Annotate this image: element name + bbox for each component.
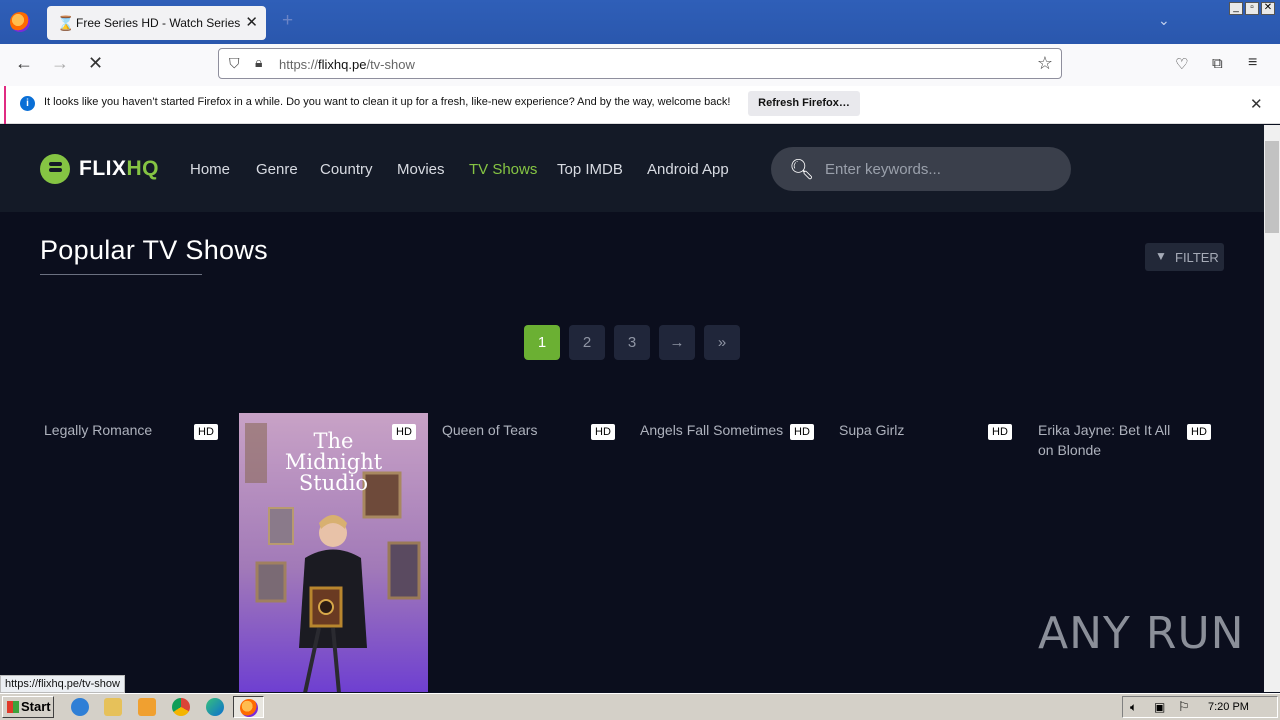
hourglass-icon: ⌛ bbox=[57, 15, 75, 31]
pocket-icon[interactable]: ♡ bbox=[1175, 55, 1188, 73]
windows-logo-icon bbox=[7, 701, 19, 713]
nav-country[interactable]: Country bbox=[320, 161, 373, 178]
browser-titlebar: ⌛ Free Series HD - Watch Series and ✕ + … bbox=[0, 0, 1280, 44]
forward-arrow-icon[interactable]: → bbox=[51, 53, 69, 74]
edge-icon[interactable] bbox=[206, 698, 224, 716]
flag-icon[interactable]: ⚐ bbox=[1178, 699, 1190, 715]
site-logo[interactable]: FLIXHQ bbox=[79, 157, 159, 181]
page-content: FLIXHQ Home Genre Country Movies TV Show… bbox=[0, 125, 1264, 692]
taskbar-firefox-button[interactable] bbox=[233, 696, 264, 718]
hd-badge: HD bbox=[790, 424, 814, 440]
hd-badge: HD bbox=[392, 424, 416, 440]
explorer-icon[interactable] bbox=[104, 698, 122, 716]
page-1-button[interactable]: 1 bbox=[524, 325, 560, 360]
close-notification-icon[interactable]: ✕ bbox=[1250, 95, 1263, 113]
info-icon: i bbox=[20, 96, 35, 111]
network-icon[interactable]: ▣ bbox=[1154, 700, 1165, 714]
hd-badge: HD bbox=[591, 424, 615, 440]
minimize-button[interactable]: _ bbox=[1229, 2, 1243, 15]
start-label: Start bbox=[21, 699, 51, 714]
notification-accent bbox=[4, 86, 6, 124]
card-title[interactable]: Supa Girlz bbox=[839, 420, 989, 440]
menu-icon[interactable]: ≡ bbox=[1248, 54, 1257, 72]
next-page-button[interactable]: → bbox=[659, 325, 695, 360]
close-tab-icon[interactable]: ✕ bbox=[245, 13, 258, 31]
card-title[interactable]: Legally Romance bbox=[44, 420, 194, 440]
shield-icon[interactable]: ⛉ bbox=[229, 55, 240, 72]
refresh-firefox-button[interactable]: Refresh Firefox… bbox=[748, 91, 860, 116]
title-underline bbox=[40, 274, 202, 275]
ie-icon[interactable] bbox=[71, 698, 89, 716]
start-button[interactable]: Start bbox=[2, 696, 54, 718]
lock-icon[interactable]: 🔒︎ bbox=[255, 54, 262, 71]
notification-bar: i It looks like you haven’t started Fire… bbox=[0, 86, 1280, 124]
search-input[interactable] bbox=[825, 159, 1055, 179]
poster-title: The Midnight Studio bbox=[284, 429, 383, 495]
nav-android-app[interactable]: Android App bbox=[647, 161, 729, 178]
card-title[interactable]: Angels Fall Sometimes bbox=[640, 420, 800, 440]
search-icon[interactable]: 🔍︎ bbox=[789, 157, 814, 182]
clock: 7:20 PM bbox=[1208, 701, 1249, 713]
filter-button[interactable]: ▼ FILTER bbox=[1145, 243, 1224, 271]
status-url: https://flixhq.pe/tv-show bbox=[0, 675, 125, 693]
chrome-icon[interactable] bbox=[172, 698, 190, 716]
extensions-icon[interactable]: ⧉ bbox=[1212, 55, 1223, 72]
url-text[interactable]: https://flixhq.pe/tv-show bbox=[279, 57, 415, 72]
media-player-icon[interactable] bbox=[138, 698, 156, 716]
site-header: FLIXHQ Home Genre Country Movies TV Show… bbox=[0, 125, 1264, 212]
card-title[interactable]: Erika Jayne: Bet It All on Blonde bbox=[1038, 420, 1188, 460]
nav-movies[interactable]: Movies bbox=[397, 161, 445, 178]
hd-badge: HD bbox=[1187, 424, 1211, 440]
hd-badge: HD bbox=[988, 424, 1012, 440]
nav-tv-shows[interactable]: TV Shows bbox=[469, 161, 537, 178]
close-window-button[interactable]: ✕ bbox=[1261, 2, 1275, 15]
tab-title: Free Series HD - Watch Series and bbox=[76, 16, 242, 30]
card-title[interactable]: Queen of Tears bbox=[442, 420, 592, 440]
watermark-text: ANY RUN bbox=[1038, 608, 1245, 659]
hd-badge: HD bbox=[194, 424, 218, 440]
stop-loading-icon[interactable]: ✕ bbox=[88, 53, 103, 74]
back-arrow-icon[interactable]: ← bbox=[15, 53, 33, 74]
nav-top-imdb[interactable]: Top IMDB bbox=[557, 161, 623, 178]
firefox-icon bbox=[240, 699, 258, 717]
firefox-icon[interactable] bbox=[10, 12, 30, 32]
scrollbar-thumb[interactable] bbox=[1265, 141, 1279, 233]
filter-label: FILTER bbox=[1175, 250, 1219, 265]
notification-text: It looks like you haven’t started Firefo… bbox=[44, 96, 731, 108]
page-title: Popular TV Shows bbox=[40, 235, 268, 265]
taskbar: Start 🔈︎ ▣ ⚐ 7:20 PM bbox=[0, 693, 1280, 720]
page-3-button[interactable]: 3 bbox=[614, 325, 650, 360]
search-box[interactable]: 🔍︎ bbox=[771, 147, 1071, 191]
browser-tab[interactable]: ⌛ Free Series HD - Watch Series and ✕ bbox=[47, 6, 266, 40]
list-tabs-icon[interactable]: ⌄ bbox=[1158, 12, 1170, 29]
poster-image[interactable]: The Midnight Studio bbox=[239, 413, 428, 692]
page-2-button[interactable]: 2 bbox=[569, 325, 605, 360]
filter-icon: ▼ bbox=[1155, 249, 1167, 263]
new-tab-icon[interactable]: + bbox=[282, 10, 293, 32]
volume-icon[interactable]: 🔈︎ bbox=[1130, 700, 1137, 715]
nav-home[interactable]: Home bbox=[190, 161, 230, 178]
bookmark-star-icon[interactable]: ☆ bbox=[1037, 53, 1053, 74]
last-page-button[interactable]: » bbox=[704, 325, 740, 360]
restore-button[interactable]: ▫ bbox=[1245, 2, 1259, 15]
logo-icon[interactable] bbox=[40, 154, 70, 184]
url-bar[interactable]: ⛉ 🔒︎ https://flixhq.pe/tv-show ☆ bbox=[218, 48, 1062, 79]
nav-genre[interactable]: Genre bbox=[256, 161, 298, 178]
system-tray: 🔈︎ ▣ ⚐ bbox=[1122, 696, 1278, 718]
